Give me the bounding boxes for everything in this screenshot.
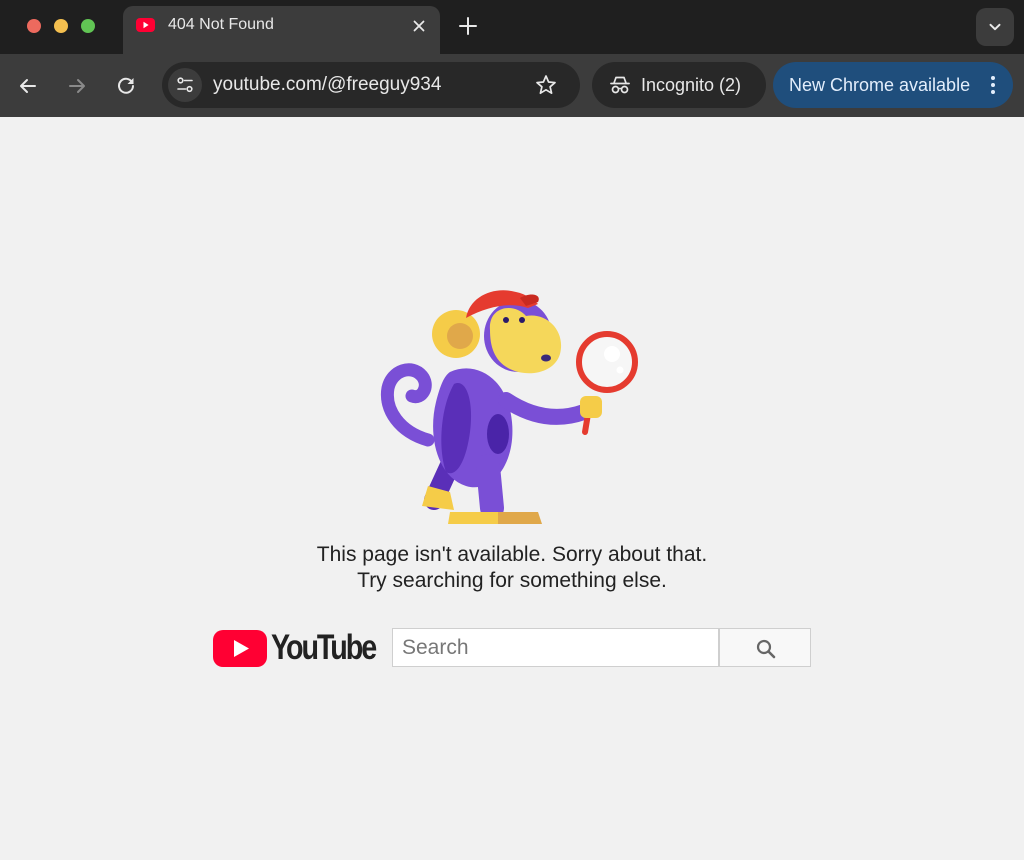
incognito-button[interactable]: Incognito (2): [592, 62, 766, 108]
magnifier-icon: [756, 639, 776, 659]
reload-icon: [118, 77, 134, 94]
incognito-icon: [610, 76, 630, 94]
toolbar: youtube.com/@freeguy934 Incognito (2) Ne…: [0, 54, 1024, 117]
arrow-left-icon: [20, 79, 36, 93]
tab-active[interactable]: 404 Not Found: [123, 6, 440, 54]
update-label: New Chrome available: [789, 75, 971, 95]
youtube-play-icon: [136, 18, 155, 32]
window-close-button[interactable]: [27, 19, 41, 33]
reload-button[interactable]: [112, 72, 140, 100]
search-button[interactable]: [719, 628, 811, 667]
search-input[interactable]: [392, 628, 719, 667]
error-message-line-2: Try searching for something else.: [357, 569, 667, 592]
window-minimize-button[interactable]: [54, 19, 68, 33]
new-chrome-available-button[interactable]: New Chrome available: [773, 62, 1013, 108]
forward-button[interactable]: [63, 72, 91, 100]
window-zoom-button[interactable]: [81, 19, 95, 33]
tab-strip: 404 Not Found: [0, 0, 1024, 54]
monkey-illustration: [380, 290, 638, 524]
plus-icon[interactable]: [456, 14, 480, 38]
tune-icon: [177, 77, 193, 93]
tab-search-button[interactable]: [976, 8, 1014, 46]
chevron-down-icon: [989, 23, 1001, 31]
tab-title: 404 Not Found: [168, 16, 274, 33]
youtube-wordmark: YouTube: [271, 628, 377, 667]
more-vert-icon[interactable]: [988, 73, 998, 97]
url-text[interactable]: youtube.com/@freeguy934: [213, 74, 441, 96]
close-icon[interactable]: [409, 16, 429, 36]
site-info-button[interactable]: [168, 68, 202, 102]
youtube-play-icon: [213, 630, 267, 667]
arrow-right-icon: [69, 79, 85, 93]
error-message-line-1: This page isn't available. Sorry about t…: [316, 543, 708, 566]
bookmark-button[interactable]: [534, 73, 558, 97]
star-icon: [536, 75, 556, 95]
address-bar[interactable]: youtube.com/@freeguy934: [162, 62, 580, 108]
incognito-label: Incognito (2): [641, 75, 742, 95]
back-button[interactable]: [14, 72, 42, 100]
